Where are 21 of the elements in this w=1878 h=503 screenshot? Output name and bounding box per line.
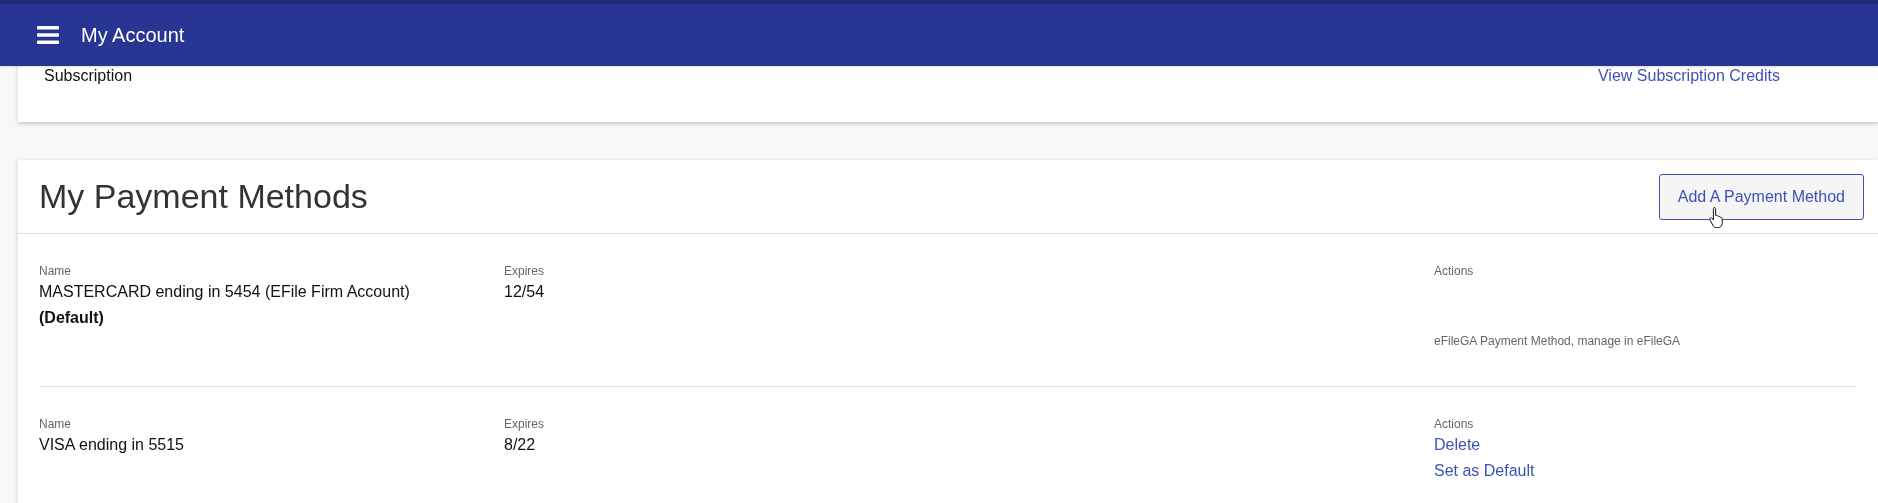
column-label: Actions: [1434, 263, 1474, 279]
card-name: VISA ending in 5515: [39, 435, 184, 455]
column-label: Name: [39, 263, 71, 279]
expiry-date: 12/54: [504, 282, 545, 302]
subscription-label: Subscription: [44, 67, 133, 85]
section-title: My Payment Methods: [39, 176, 368, 217]
actions-note: eFileGA Payment Method, manage in eFileGA: [1434, 333, 1681, 349]
column-label: Expires: [504, 416, 544, 432]
column-label: Expires: [504, 263, 544, 279]
header-title: My Account: [81, 23, 185, 48]
default-label: (Default): [39, 308, 104, 328]
action-link[interactable]: Set as Default: [1434, 460, 1535, 482]
view-credits-link[interactable]: View Subscription Credits: [1598, 67, 1780, 85]
action-link[interactable]: Delete: [1434, 434, 1481, 456]
card-name: MASTERCARD ending in 5454 (EFile Firm Account): [39, 282, 410, 302]
column-label: Name: [39, 416, 71, 432]
menu-icon[interactable]: [37, 26, 59, 44]
expiry-date: 8/22: [504, 435, 536, 455]
hand-cursor-icon: [1708, 205, 1725, 228]
column-label: Actions: [1434, 416, 1474, 432]
add-payment-method-button[interactable]: Add A Payment Method: [1658, 173, 1864, 220]
